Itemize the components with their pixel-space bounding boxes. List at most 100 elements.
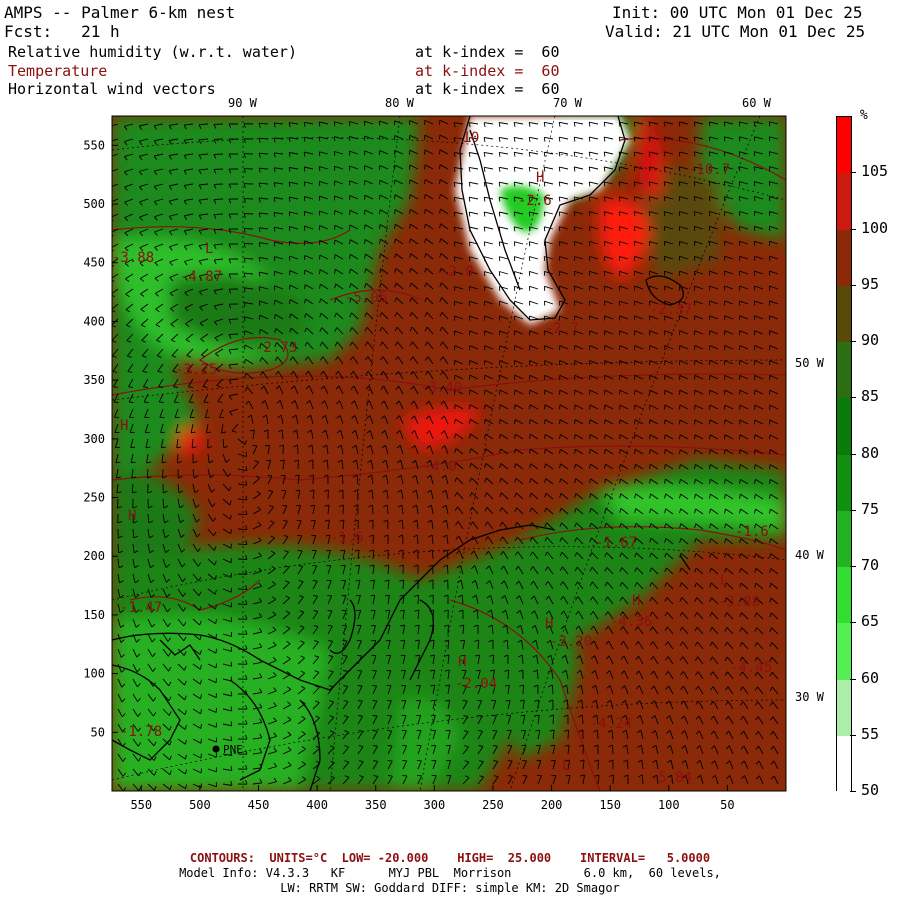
colorbar-tick	[850, 678, 856, 680]
station-marker	[212, 745, 220, 753]
contour-label: -2.04	[455, 676, 497, 692]
contour-label: -4.36	[610, 614, 652, 630]
colorbar-tick	[850, 791, 856, 792]
high-marker: H	[458, 654, 466, 670]
y-tick-label: 500	[83, 197, 105, 211]
lon-label-top: 70 W	[553, 96, 583, 110]
x-tick-label: 500	[189, 798, 211, 812]
colorbar-tick	[850, 284, 856, 286]
colorbar-segment	[837, 623, 851, 680]
contour-label: -5.06	[345, 290, 387, 306]
contour-label: -2.0	[440, 264, 474, 280]
colorbar-label: 105	[861, 162, 889, 181]
low-marker: L	[720, 573, 728, 589]
y-tick-label: 50	[91, 725, 105, 739]
colorbar-unit: %	[860, 108, 868, 123]
colorbar-label: 60	[861, 668, 880, 687]
high-marker: L	[205, 241, 213, 257]
colorbar-segment	[837, 285, 851, 342]
lon-label-top: 90 W	[228, 96, 258, 110]
y-tick-label: 550	[83, 138, 105, 152]
contour-label: -1.6	[330, 530, 364, 546]
colorbar-tick	[850, 453, 856, 455]
contour-label: -3.20	[550, 634, 592, 650]
colorbar-tick	[850, 228, 856, 230]
lon-label-right: 50 W	[795, 356, 825, 370]
high-marker: H	[128, 508, 136, 524]
station-label: PNE	[223, 743, 243, 756]
y-tick-label: 150	[83, 608, 105, 622]
contour-label: -3.40	[420, 380, 462, 396]
colorbar-label: 95	[861, 274, 880, 293]
colorbar-label: 70	[861, 556, 880, 574]
x-tick-label: 50	[720, 798, 734, 812]
contour-label: -1.47	[120, 600, 162, 616]
y-tick-label: 250	[83, 491, 105, 505]
colorbar-segment	[837, 510, 851, 567]
y-tick-label: 400	[83, 314, 105, 328]
contour-label: -4.24	[590, 716, 632, 732]
contour-label: -1.67	[595, 535, 637, 551]
x-tick-label: 300	[424, 798, 446, 812]
colorbar-segment	[837, 454, 851, 511]
x-tick-label: 400	[306, 798, 328, 812]
y-tick-label: 100	[83, 667, 105, 681]
contour-label: -1.78	[120, 724, 162, 740]
colorbar-segment	[837, 679, 851, 736]
contour-label: -4.45	[730, 660, 772, 676]
contour-label: -3.88	[112, 250, 154, 266]
lon-label-right: 40 W	[795, 548, 825, 562]
lon-label-right: 30 W	[795, 690, 825, 704]
y-tick-label: 200	[83, 549, 105, 563]
contour-label: -2.37	[650, 302, 692, 318]
colorbar-label: 65	[861, 612, 880, 631]
contour-label: -3.25	[175, 362, 217, 378]
colorbar-segment	[837, 735, 851, 792]
lon-label-top: 60 W	[742, 96, 772, 110]
colorbar-label: 100	[861, 218, 889, 237]
colorbar-label: 80	[861, 443, 880, 462]
high-marker: H	[545, 616, 553, 632]
colorbar-tick	[850, 341, 856, 342]
colorbar-tick	[850, 566, 856, 567]
contour-label: -4.0	[423, 459, 457, 475]
contour-label: -10.7	[688, 162, 730, 178]
colorbar-label: 85	[861, 387, 880, 406]
colorbar-segment	[837, 117, 851, 174]
contour-label: -2.73	[255, 340, 297, 356]
x-tick-label: 450	[248, 798, 270, 812]
contour-label: -2.6	[518, 193, 552, 209]
colorbar-segment	[837, 398, 851, 455]
colorbar-tick	[850, 734, 856, 736]
contour-info: CONTOURS: UNITS=°C LOW= -20.000 HIGH= 25…	[189, 851, 711, 865]
x-tick-label: 150	[599, 798, 621, 812]
colorbar-label: 75	[861, 499, 880, 518]
lon-label-top: 80 W	[385, 96, 415, 110]
high-marker: H	[536, 170, 544, 186]
contour-label: -10	[454, 130, 479, 146]
x-tick-label: 200	[541, 798, 563, 812]
x-tick-label: 350	[365, 798, 387, 812]
x-tick-label: 250	[482, 798, 504, 812]
contour-label: -4.87	[180, 269, 222, 285]
colorbar-tick	[850, 397, 856, 399]
physics-info: LW: RRTM SW: Goddard DIFF: simple KM: 2D…	[280, 881, 620, 895]
model-info: Model Info: V4.3.3 KF MYJ PBL Morrison 6…	[179, 866, 721, 880]
contour-label: -1.6	[735, 524, 769, 540]
colorbar-segment	[837, 229, 851, 286]
contour-label: -2.7	[545, 321, 579, 337]
y-tick-label: 450	[83, 256, 105, 270]
colorbar-segment	[837, 173, 851, 230]
colorbar-tick	[850, 509, 856, 511]
y-tick-label: 300	[83, 432, 105, 446]
contour-label: -5.84	[650, 770, 692, 786]
colorbar-segment	[837, 342, 851, 399]
x-tick-label: 100	[658, 798, 680, 812]
contour-label: -3.88	[718, 594, 760, 610]
colorbar-label: 50	[861, 781, 880, 799]
x-tick-label: 550	[130, 798, 152, 812]
rh-field: -10 -2.6 -4.87 -3.25 -5.06 -2.73 -3.40 -…	[112, 116, 786, 791]
high-marker: H	[632, 593, 640, 609]
colorbar-label: 90	[861, 331, 880, 349]
forecast-map: -10 -2.6 -4.87 -3.25 -5.06 -2.73 -3.40 -…	[83, 96, 825, 812]
